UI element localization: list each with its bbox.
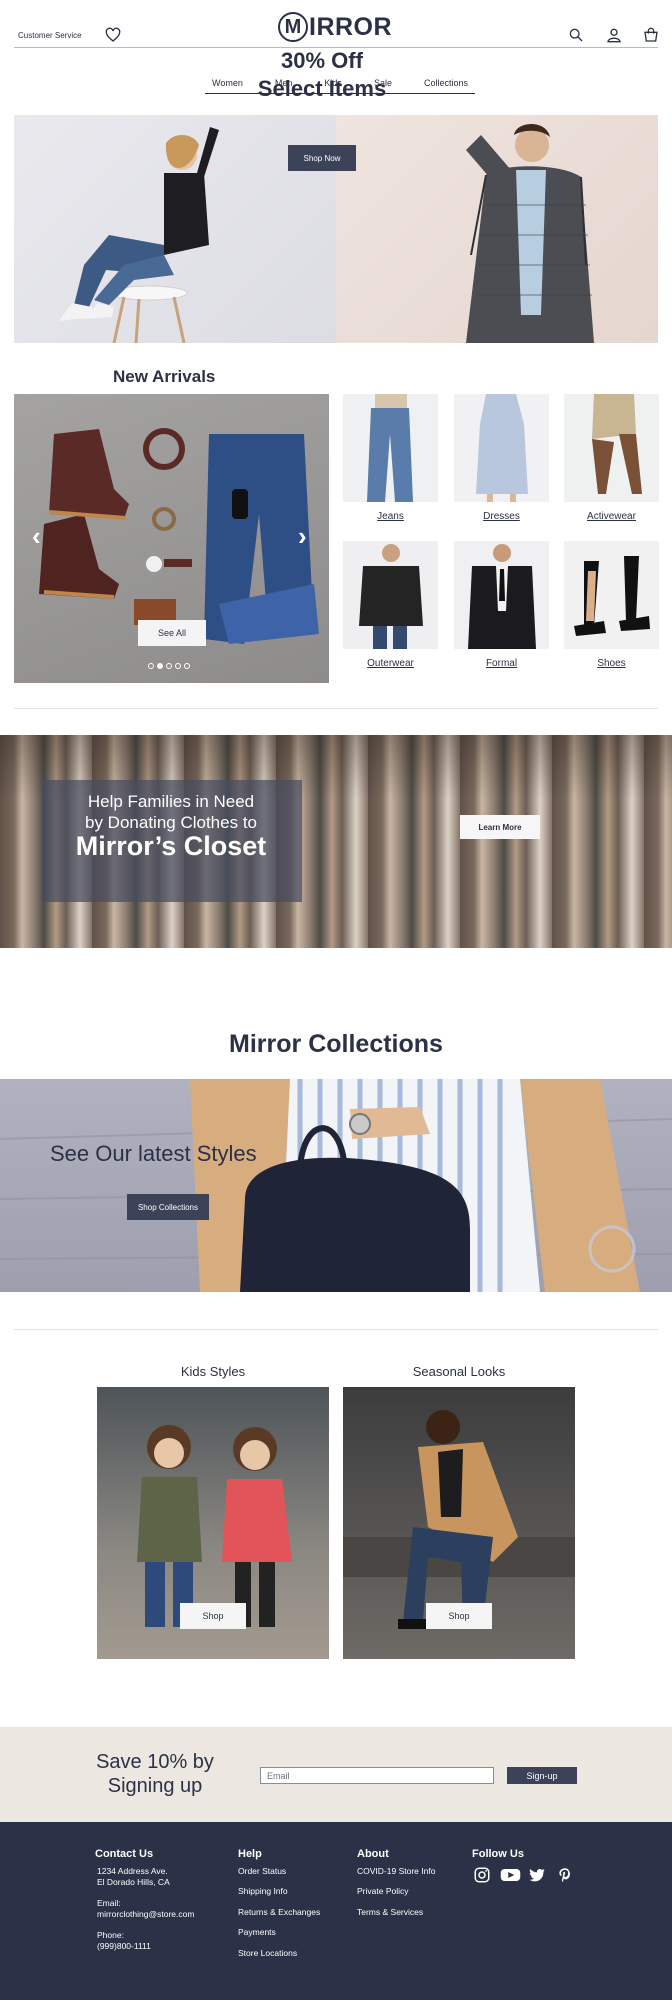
category-image-outerwear[interactable]: [343, 541, 438, 649]
site-header: Customer Service M IRROR: [0, 0, 672, 50]
carousel-dot[interactable]: [166, 663, 172, 669]
customer-service-link[interactable]: Customer Service: [18, 31, 82, 40]
collections-title: Mirror Collections: [229, 1030, 443, 1058]
see-all-button[interactable]: See All: [138, 620, 206, 646]
category-image-jeans[interactable]: [343, 394, 438, 502]
section-divider: [14, 708, 658, 709]
category-label-shoes[interactable]: Shoes: [564, 658, 659, 669]
youtube-icon[interactable]: [500, 1866, 521, 1884]
category-label-formal[interactable]: Formal: [454, 658, 549, 669]
footer-about-title: About: [357, 1848, 389, 1860]
carousel-dot[interactable]: [175, 663, 181, 669]
footer-email-label: Email:: [97, 1898, 121, 1908]
email-field[interactable]: [260, 1767, 494, 1784]
carousel-dots: [148, 663, 198, 669]
footer-link-terms[interactable]: Terms & Services: [357, 1907, 423, 1918]
shopping-bag-icon[interactable]: [643, 27, 659, 43]
category-image-formal[interactable]: [454, 541, 549, 649]
search-icon[interactable]: [568, 27, 584, 43]
footer-link-shipping-info[interactable]: Shipping Info: [238, 1886, 288, 1897]
logo-text: IRROR: [309, 12, 393, 41]
instagram-icon[interactable]: [473, 1866, 491, 1884]
category-label-jeans[interactable]: Jeans: [343, 511, 438, 522]
donation-headline: Help Families in Need by Donating Clothe…: [60, 791, 282, 833]
footer-help-title: Help: [238, 1848, 262, 1860]
donation-line3: Mirror’s Closet: [75, 831, 267, 861]
footer-link-order-status[interactable]: Order Status: [238, 1866, 286, 1877]
category-label-outerwear[interactable]: Outerwear: [343, 658, 438, 669]
donation-line1: Help Families in Need: [87, 792, 255, 811]
donation-line2: by Donating Clothes to: [85, 813, 257, 832]
carousel-next-arrow[interactable]: ›: [298, 521, 307, 552]
collections-banner-image: [0, 1079, 672, 1292]
carousel-prev-arrow[interactable]: ‹: [32, 521, 41, 552]
footer-contact-title: Contact Us: [95, 1848, 154, 1860]
twitter-icon[interactable]: [528, 1866, 546, 1884]
carousel-dot-active[interactable]: [157, 663, 163, 669]
shop-collections-button[interactable]: Shop Collections: [127, 1194, 209, 1220]
hero-image-man: [336, 115, 658, 343]
kids-styles-title: Kids Styles: [180, 1364, 246, 1379]
pinterest-icon[interactable]: [556, 1866, 574, 1884]
footer-phone-label: Phone:: [97, 1930, 124, 1940]
section-divider: [14, 1329, 658, 1330]
footer-email[interactable]: mirrorclothing@store.com: [97, 1909, 194, 1920]
footer-link-covid-info[interactable]: COVID-19 Store Info: [357, 1866, 435, 1877]
logo-mark: M: [278, 12, 308, 42]
learn-more-button[interactable]: Learn More: [460, 815, 540, 839]
signup-line2: Signing up: [107, 1775, 203, 1797]
carousel-dot[interactable]: [148, 663, 154, 669]
category-image-shoes[interactable]: [564, 541, 659, 649]
collections-tagline: See Our latest Styles: [50, 1141, 257, 1166]
footer-link-private-policy[interactable]: Private Policy: [357, 1886, 409, 1897]
footer-link-payments[interactable]: Payments: [238, 1927, 276, 1938]
footer-follow-title: Follow Us: [472, 1848, 524, 1860]
heart-icon[interactable]: [105, 27, 121, 43]
footer-phone[interactable]: (999)800-1111: [97, 1941, 151, 1952]
hero-headline-line2: Select Items: [257, 76, 387, 101]
category-label-activewear[interactable]: Activewear: [564, 511, 659, 522]
new-arrivals-title: New Arrivals: [113, 367, 216, 386]
new-arrivals-carousel: ‹ › See All: [14, 394, 329, 683]
site-footer: Contact Us 1234 Address Ave. El Dorado H…: [0, 1822, 672, 2000]
signup-line1: Save 10% by: [96, 1751, 214, 1773]
seasonal-shop-button[interactable]: Shop: [426, 1603, 492, 1629]
footer-link-returns[interactable]: Returns & Exchanges: [238, 1907, 320, 1918]
seasonal-looks-title: Seasonal Looks: [412, 1364, 506, 1379]
hero-headline: 30% Off Select Items: [200, 47, 444, 103]
logo[interactable]: M IRROR: [278, 11, 392, 43]
category-label-dresses[interactable]: Dresses: [454, 511, 549, 522]
category-image-dresses[interactable]: [454, 394, 549, 502]
footer-link-store-locations[interactable]: Store Locations: [238, 1948, 297, 1959]
shop-now-button[interactable]: Shop Now: [288, 145, 356, 171]
signup-button[interactable]: Sign-up: [507, 1767, 577, 1784]
signup-headline: Save 10% by Signing up: [60, 1750, 250, 1798]
footer-address-line2: El Dorado Hills, CA: [97, 1877, 170, 1887]
category-image-activewear[interactable]: [564, 394, 659, 502]
carousel-dot[interactable]: [184, 663, 190, 669]
account-icon[interactable]: [606, 27, 622, 43]
hero-headline-line1: 30% Off: [281, 48, 363, 73]
kids-shop-button[interactable]: Shop: [180, 1603, 246, 1629]
footer-address-line1: 1234 Address Ave.: [97, 1866, 168, 1876]
